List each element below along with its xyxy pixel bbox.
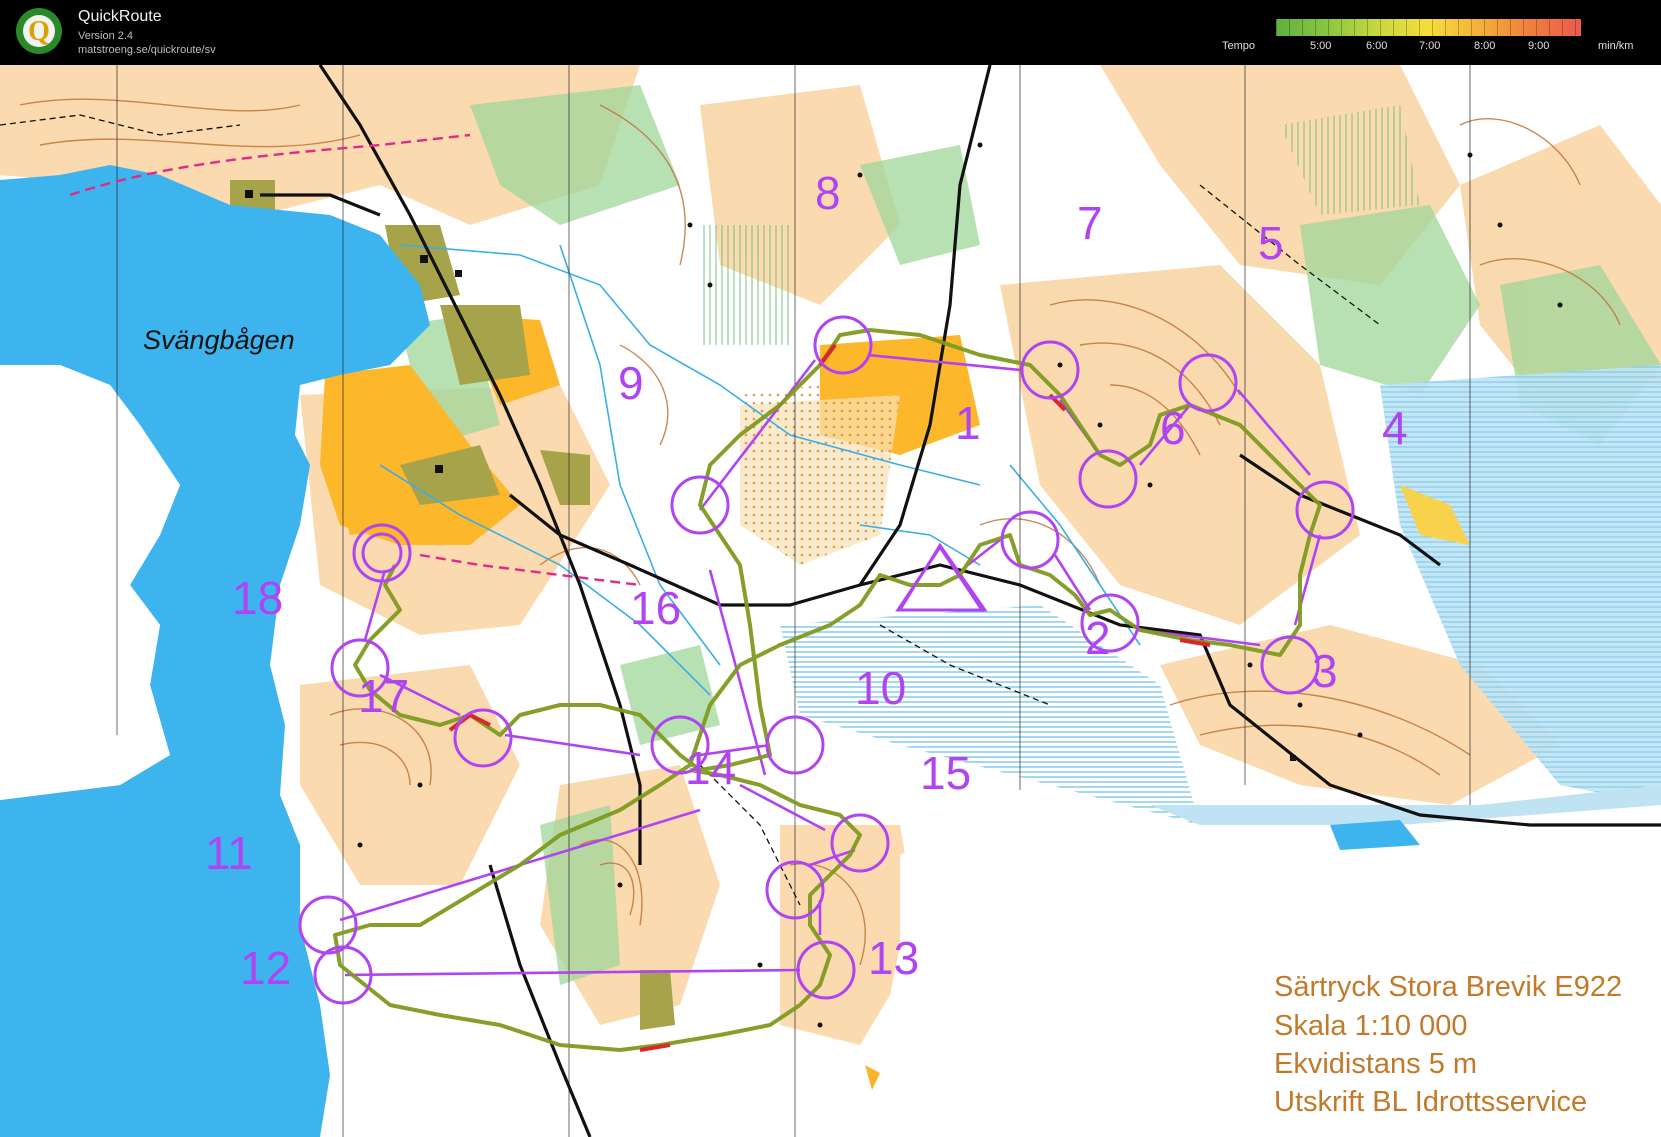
tempo-tick: 7:00 bbox=[1419, 40, 1441, 52]
small-pond bbox=[14, 207, 30, 223]
control-number-12: 12 bbox=[240, 942, 292, 994]
svg-text:Q: Q bbox=[28, 16, 50, 47]
app-version: Version 2.4 bbox=[78, 30, 134, 42]
tempo-tick: 9:00 bbox=[1528, 40, 1550, 52]
lake-label: Svängbågen bbox=[143, 325, 295, 355]
control-number-18: 18 bbox=[232, 572, 284, 624]
map-legend-printer: Utskrift BL Idrottsservice bbox=[1274, 1086, 1588, 1118]
control-number-6: 6 bbox=[1160, 402, 1186, 454]
control-number-8: 8 bbox=[815, 167, 841, 219]
control-number-3: 3 bbox=[1312, 645, 1338, 697]
app-url-link[interactable]: matstroeng.se/quickroute/sv bbox=[78, 44, 216, 56]
control-number-5: 5 bbox=[1258, 217, 1284, 269]
control-number-1: 1 bbox=[955, 397, 981, 449]
tempo-color-scale bbox=[1276, 19, 1581, 36]
control-number-4: 4 bbox=[1382, 402, 1408, 454]
control-number-11: 11 bbox=[205, 827, 253, 879]
control-number-10: 10 bbox=[855, 662, 907, 714]
map-legend-contour: Ekvidistans 5 m bbox=[1274, 1048, 1478, 1080]
quickroute-logo-icon: Q bbox=[16, 8, 62, 54]
control-number-16: 16 bbox=[630, 582, 682, 634]
tempo-tick: 6:00 bbox=[1366, 40, 1388, 52]
top-bar: Q QuickRoute Version 2.4 matstroeng.se/q… bbox=[0, 0, 1661, 65]
tempo-tick: 8:00 bbox=[1474, 40, 1496, 52]
tempo-unit: min/km bbox=[1598, 40, 1634, 52]
control-number-13: 13 bbox=[868, 932, 920, 984]
map-legend-title: Särtryck Stora Brevik E922 bbox=[1274, 971, 1623, 1003]
control-number-17: 17 bbox=[358, 670, 410, 722]
tempo-label: Tempo bbox=[1222, 40, 1256, 52]
control-number-15: 15 bbox=[920, 747, 972, 799]
tempo-tick: 5:00 bbox=[1310, 40, 1332, 52]
app-title: QuickRoute bbox=[78, 8, 162, 25]
control-number-7: 7 bbox=[1077, 197, 1103, 249]
control-number-14: 14 bbox=[685, 742, 737, 794]
control-number-9: 9 bbox=[618, 357, 644, 409]
control-number-2: 2 bbox=[1085, 612, 1111, 664]
map-legend-scale: Skala 1:10 000 bbox=[1274, 1010, 1468, 1042]
